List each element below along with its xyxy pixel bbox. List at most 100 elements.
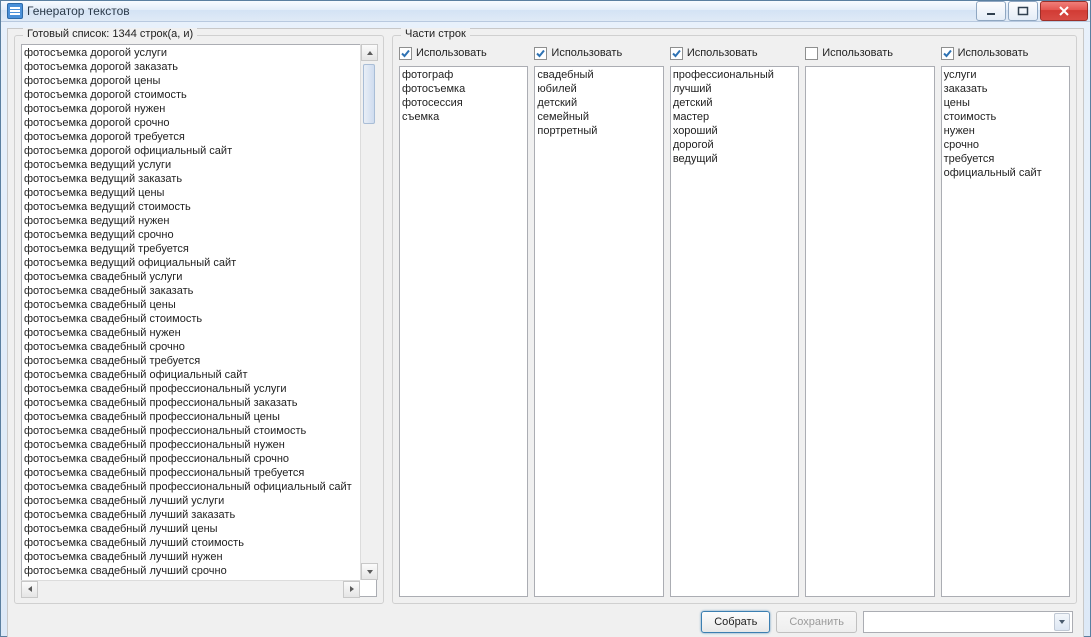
save-button[interactable]: Сохранить (776, 611, 857, 633)
list-item[interactable]: фотосъемка свадебный профессиональный ст… (24, 424, 358, 438)
list-item[interactable]: фотосъемка дорогой официальный сайт (24, 144, 358, 158)
list-item[interactable]: нужен (944, 124, 1067, 138)
list-item[interactable]: фотосъемка свадебный профессиональный ус… (24, 382, 358, 396)
list-item[interactable]: хороший (673, 124, 796, 138)
list-item[interactable]: фотосъемка свадебный профессиональный це… (24, 410, 358, 424)
list-item[interactable]: фотосъемка свадебный профессиональный тр… (24, 466, 358, 480)
list-item[interactable]: фотосъемка свадебный лучший услуги (24, 494, 358, 508)
maximize-button[interactable] (1008, 1, 1038, 21)
list-item[interactable]: фотосъемка ведущий заказать (24, 172, 358, 186)
parts-list[interactable] (805, 66, 934, 597)
list-item[interactable]: требуется (944, 152, 1067, 166)
use-checkbox[interactable] (670, 47, 683, 60)
list-item[interactable]: фотосъемка свадебный лучший нужен (24, 550, 358, 564)
list-item[interactable]: фотосъемка дорогой стоимость (24, 88, 358, 102)
parts-column-3: Использовать профессиональныйлучшийдетски… (670, 44, 799, 597)
list-item[interactable]: портретный (537, 124, 660, 138)
list-item[interactable]: фотосъемка свадебный лучший стоимость (24, 536, 358, 550)
use-label: Использовать (822, 47, 893, 59)
list-item[interactable]: услуги (944, 68, 1067, 82)
list-item[interactable]: фотосъемка свадебный лучший срочно (24, 564, 358, 578)
scroll-thumb[interactable] (363, 64, 375, 124)
list-item[interactable]: фотосъемка дорогой цены (24, 74, 358, 88)
use-checkbox[interactable] (399, 47, 412, 60)
list-item[interactable]: фотосъемка свадебный профессиональный оф… (24, 480, 358, 494)
use-label: Использовать (551, 47, 622, 59)
scrollbar-vertical[interactable] (360, 44, 377, 580)
list-item[interactable]: фотосъемка свадебный профессиональный за… (24, 396, 358, 410)
list-item[interactable]: фотосъемка дорогой срочно (24, 116, 358, 130)
parts-column-1: Использовать фотограффотосъемкафотосессия… (399, 44, 528, 597)
use-checkbox-row[interactable]: Использовать (670, 44, 799, 62)
scroll-left-button[interactable] (21, 581, 38, 598)
output-combo[interactable] (863, 611, 1073, 633)
build-button[interactable]: Собрать (701, 611, 770, 633)
list-item[interactable]: фотосъемка свадебный стоимость (24, 312, 358, 326)
use-checkbox-row[interactable]: Использовать (941, 44, 1070, 62)
list-item[interactable]: стоимость (944, 110, 1067, 124)
list-item[interactable]: заказать (944, 82, 1067, 96)
list-item[interactable]: профессиональный (673, 68, 796, 82)
list-item[interactable]: съемка (402, 110, 525, 124)
list-item[interactable]: фотосъемка дорогой заказать (24, 60, 358, 74)
list-item[interactable]: фотосъемка дорогой услуги (24, 46, 358, 60)
use-checkbox-row[interactable]: Использовать (534, 44, 663, 62)
list-item[interactable]: срочно (944, 138, 1067, 152)
list-item[interactable]: юбилей (537, 82, 660, 96)
list-item[interactable]: фотосъемка ведущий требуется (24, 242, 358, 256)
list-item[interactable]: фотосъемка свадебный требуется (24, 354, 358, 368)
list-item[interactable]: фотосъемка свадебный официальный сайт (24, 368, 358, 382)
app-window: Генератор текстов Готовый список: 1344 с… (0, 0, 1091, 637)
ready-list[interactable]: фотосъемка дорогой услугифотосъемка доро… (21, 44, 377, 597)
use-checkbox[interactable] (805, 47, 818, 60)
list-item[interactable]: фотосъемка свадебный лучший цены (24, 522, 358, 536)
list-item[interactable]: фотосъемка дорогой требуется (24, 130, 358, 144)
parts-list[interactable]: свадебныйюбилейдетскийсемейныйпортретный (534, 66, 663, 597)
use-checkbox[interactable] (941, 47, 954, 60)
use-checkbox-row[interactable]: Использовать (805, 44, 934, 62)
list-item[interactable]: фотосессия (402, 96, 525, 110)
list-item[interactable]: фотосъемка свадебный заказать (24, 284, 358, 298)
list-item[interactable]: фотосъемка свадебный нужен (24, 326, 358, 340)
scroll-up-button[interactable] (361, 44, 378, 61)
use-checkbox-row[interactable]: Использовать (399, 44, 528, 62)
use-label: Использовать (416, 47, 487, 59)
close-button[interactable] (1040, 1, 1088, 21)
list-item[interactable]: официальный сайт (944, 166, 1067, 180)
list-item[interactable]: фотосъемка свадебный цены (24, 298, 358, 312)
window-title: Генератор текстов (27, 4, 974, 18)
scroll-down-button[interactable] (361, 563, 378, 580)
scroll-right-button[interactable] (343, 581, 360, 598)
list-item[interactable]: фотосъемка (402, 82, 525, 96)
list-item[interactable]: фотосъемка ведущий услуги (24, 158, 358, 172)
list-item[interactable]: фотосъемка свадебный услуги (24, 270, 358, 284)
list-item[interactable]: фотосъемка дорогой нужен (24, 102, 358, 116)
list-item[interactable]: детский (537, 96, 660, 110)
list-item[interactable]: фотосъемка свадебный профессиональный ср… (24, 452, 358, 466)
list-item[interactable]: фотосъемка свадебный срочно (24, 340, 358, 354)
list-item[interactable]: фотограф (402, 68, 525, 82)
parts-list[interactable]: фотограффотосъемкафотосессиясъемка (399, 66, 528, 597)
list-item[interactable]: фотосъемка ведущий срочно (24, 228, 358, 242)
list-item[interactable]: семейный (537, 110, 660, 124)
titlebar[interactable]: Генератор текстов (1, 1, 1090, 22)
list-item[interactable]: ведущий (673, 152, 796, 166)
list-item[interactable]: лучший (673, 82, 796, 96)
list-item[interactable]: фотосъемка ведущий стоимость (24, 200, 358, 214)
list-item[interactable]: фотосъемка свадебный профессиональный ну… (24, 438, 358, 452)
scrollbar-horizontal[interactable] (21, 580, 360, 597)
minimize-button[interactable] (976, 1, 1006, 21)
use-checkbox[interactable] (534, 47, 547, 60)
list-item[interactable]: фотосъемка ведущий официальный сайт (24, 256, 358, 270)
parts-list[interactable]: профессиональныйлучшийдетскиймастерхорош… (670, 66, 799, 597)
use-label: Использовать (687, 47, 758, 59)
list-item[interactable]: детский (673, 96, 796, 110)
list-item[interactable]: свадебный (537, 68, 660, 82)
list-item[interactable]: мастер (673, 110, 796, 124)
list-item[interactable]: цены (944, 96, 1067, 110)
parts-list[interactable]: услугизаказатьценыстоимостьнуженсрочнотр… (941, 66, 1070, 597)
list-item[interactable]: фотосъемка ведущий нужен (24, 214, 358, 228)
list-item[interactable]: фотосъемка ведущий цены (24, 186, 358, 200)
list-item[interactable]: дорогой (673, 138, 796, 152)
list-item[interactable]: фотосъемка свадебный лучший заказать (24, 508, 358, 522)
